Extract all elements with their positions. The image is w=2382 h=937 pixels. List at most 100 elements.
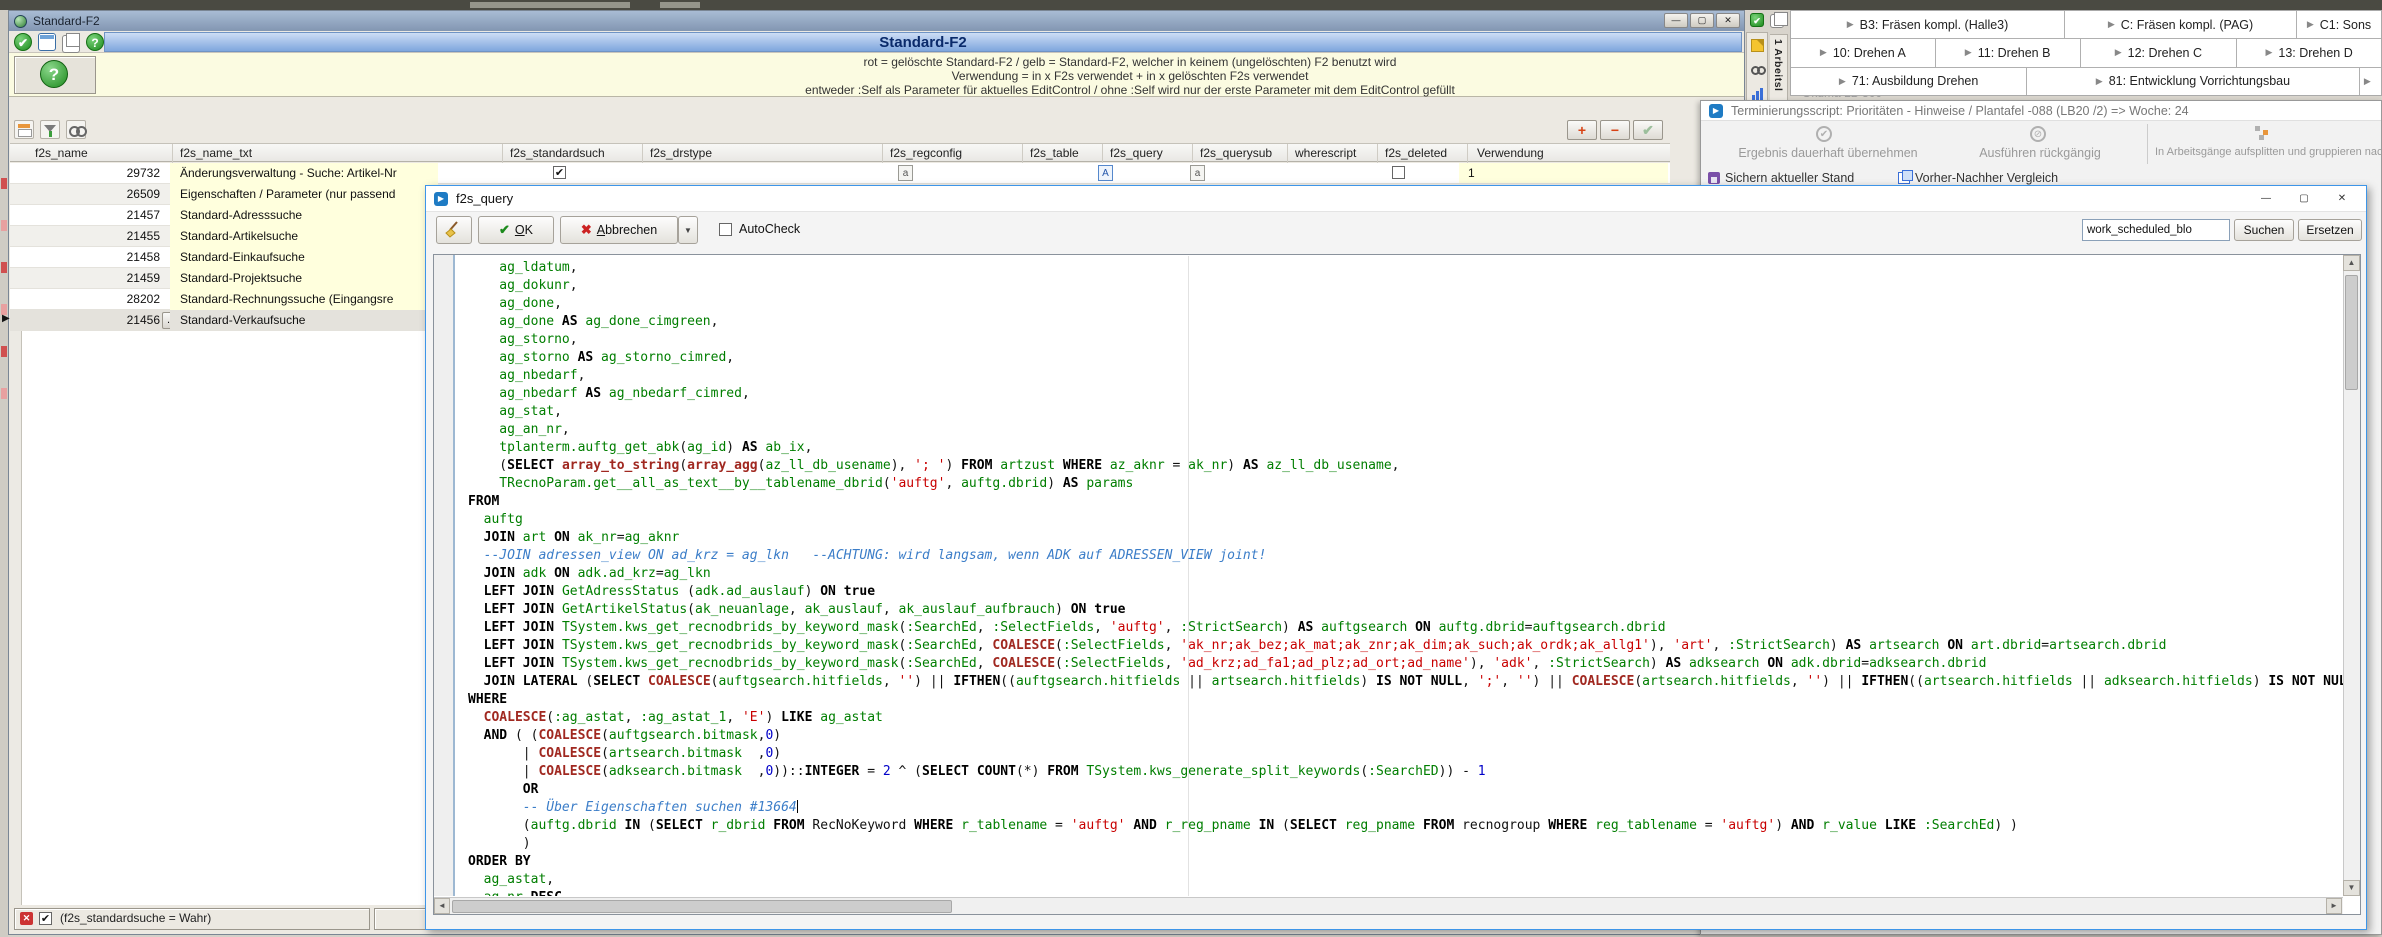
triangle-icon: ▶	[2364, 76, 2371, 87]
machine-cell[interactable]: ▶81: Entwicklung Vorrichtungsbau	[2027, 68, 2359, 95]
terminierungsscript-title: Terminierungsscript: Prioritäten - Hinwe…	[1731, 104, 2189, 118]
column-header[interactable]: f2s_deleted	[1385, 146, 1447, 160]
standardsuche-checkbox[interactable]: ✔	[553, 166, 566, 179]
ok-check-icon: ✔	[499, 222, 510, 238]
add-row-button[interactable]: +	[1567, 120, 1597, 140]
sql-line: ORDER BY	[468, 853, 2343, 871]
background-row-marker	[1, 388, 7, 399]
autocheck-checkbox[interactable]	[719, 223, 732, 236]
filter-checkbox[interactable]: ✔	[39, 912, 52, 925]
copy-icon[interactable]	[62, 35, 80, 53]
compare-button[interactable]: Vorher-Nachher Vergleich	[1898, 169, 2058, 186]
machine-cell[interactable]: ▶B3: Fräsen kompl. (Halle3)	[1791, 11, 2065, 38]
cancel-dropdown-button[interactable]: ▼	[678, 216, 698, 244]
machine-cell[interactable]: ▶10: Drehen A	[1791, 39, 1936, 66]
filter-icon[interactable]	[40, 120, 60, 139]
vertical-scroll-thumb[interactable]	[2345, 275, 2358, 390]
help-button[interactable]: ?	[40, 60, 68, 88]
horizontal-scrollbar[interactable]: ◄ ►	[434, 897, 2343, 914]
sql-line: ag_nr DESC,	[468, 889, 2343, 896]
machine-cell[interactable]: ▶11: Drehen B	[1936, 39, 2081, 66]
scroll-up-icon[interactable]: ▲	[2343, 255, 2360, 271]
machine-row: ▶71: Ausbildung Drehen▶81: Entwicklung V…	[1791, 68, 2381, 95]
machine-cell[interactable]: ▶C: Fräsen kompl. (PAG)	[2065, 11, 2297, 38]
dialog-titlebar[interactable]: ▶ f2s_query	[426, 186, 2366, 212]
save-state-button[interactable]: Sichern aktueller Stand	[1708, 169, 1854, 186]
banner-line-1: rot = gelöschte Standard-F2 / gelb = Sta…	[520, 55, 1740, 69]
machine-row: ▶B3: Fräsen kompl. (Halle3)▶C: Fräsen ko…	[1791, 11, 2381, 39]
split-group-button[interactable]: In Arbeitsgänge aufsplitten und gruppier…	[2155, 146, 2381, 158]
machine-cell[interactable]: ▶71: Ausbildung Drehen	[1791, 68, 2027, 95]
search-input[interactable]	[2082, 219, 2230, 241]
note-icon[interactable]	[1751, 39, 1764, 52]
machine-cell[interactable]: ▶	[2360, 68, 2381, 95]
horizontal-scroll-thumb[interactable]	[452, 900, 952, 913]
dialog-maximize-button[interactable]: ▢	[2290, 190, 2318, 208]
format-broom-button[interactable]	[436, 216, 472, 244]
ok-label: OK	[515, 223, 533, 237]
sql-line: ag_done,	[468, 295, 2343, 313]
scroll-right-icon[interactable]: ►	[2326, 898, 2342, 914]
sql-line: ag_storno,	[468, 331, 2343, 349]
querysub-cell-icon[interactable]: a	[1190, 165, 1205, 181]
sql-line: JOIN adk ON adk.ad_krz=ag_lkn	[468, 565, 2343, 583]
post-row-button[interactable]: ✔	[1633, 120, 1663, 140]
cancel-button[interactable]: ✖ Abbrechen	[560, 216, 678, 244]
undo-execute-button[interactable]: Ausführen rückgängig	[1950, 146, 2130, 160]
background-window-left-strip	[0, 10, 8, 937]
apply-result-button[interactable]: Ergebnis dauerhaft übernehmen	[1712, 146, 1944, 160]
column-header[interactable]: f2s_drstype	[650, 146, 712, 160]
sql-line: TRecnoParam.get__all_as_text__by__tablen…	[468, 475, 2343, 493]
column-header[interactable]: f2s_standardsuch	[510, 146, 605, 160]
machine-cell[interactable]: ▶12: Drehen C	[2081, 39, 2238, 66]
column-header[interactable]: Verwendung	[1477, 146, 1544, 160]
binoculars-icon[interactable]	[1751, 63, 1764, 76]
compare-label: Vorher-Nachher Vergleich	[1915, 171, 2058, 185]
sql-line: ag_nbedarf AS ag_nbedarf_cimred,	[468, 385, 2343, 403]
column-header[interactable]: f2s_name	[35, 146, 88, 160]
column-header[interactable]: f2s_query	[1110, 146, 1163, 160]
dialog-minimize-button[interactable]: —	[2252, 190, 2280, 208]
grid-header-row[interactable]: f2s_name f2s_name_txt f2s_standardsuch f2s_…	[10, 143, 1670, 162]
scroll-down-icon[interactable]: ▼	[2343, 880, 2360, 896]
regconfig-cell-icon[interactable]: a	[898, 165, 913, 181]
column-header[interactable]: wherescript	[1295, 146, 1356, 160]
machine-cell-label: B3: Fräsen kompl. (Halle3)	[1860, 18, 2009, 32]
sql-code[interactable]: ag_ldatum, ag_dokunr, ag_done, ag_done A…	[458, 255, 2343, 896]
confirm-icon-small[interactable]: ✔	[1750, 13, 1764, 27]
main-window-titlebar[interactable]: Standard-F2	[9, 11, 1744, 31]
ok-button[interactable]: ✔ OK	[478, 216, 554, 244]
find-button[interactable]: Suchen	[2234, 219, 2294, 241]
sql-line: ag_an_nr,	[468, 421, 2343, 439]
terminierungsscript-titlebar[interactable]: ▶ Terminierungsscript: Prioritäten - Hin…	[1701, 101, 2381, 121]
column-header[interactable]: f2s_name_txt	[180, 146, 252, 160]
deleted-checkbox[interactable]	[1392, 166, 1405, 179]
machine-cell[interactable]: ▶13: Drehen D	[2237, 39, 2381, 66]
vertical-scrollbar[interactable]: ▲ ▼	[2343, 255, 2360, 896]
delete-row-button[interactable]: −	[1600, 120, 1630, 140]
sql-line: ag_dokunr,	[468, 277, 2343, 295]
query-cell-icon[interactable]: A	[1098, 165, 1113, 181]
maximize-button[interactable]: ▢	[1690, 13, 1714, 28]
replace-button[interactable]: Ersetzen	[2298, 219, 2362, 241]
form-icon[interactable]	[38, 33, 56, 51]
search-binoculars-icon[interactable]	[66, 120, 86, 139]
cancel-x-icon: ✖	[581, 222, 592, 238]
column-header[interactable]: f2s_table	[1030, 146, 1079, 160]
help-icon[interactable]: ?	[86, 33, 104, 51]
sql-line: (auftg.dbrid IN (SELECT r_dbrid FROM Rec…	[468, 817, 2343, 835]
sql-line: tplanterm.auftg_get_abk(ag_id) AS ab_ix,	[468, 439, 2343, 457]
column-separator	[1377, 144, 1378, 163]
confirm-icon[interactable]: ✔	[14, 33, 32, 51]
toolbar-separator	[2147, 124, 2148, 164]
dialog-close-button[interactable]: ✕	[2328, 190, 2356, 208]
column-separator	[502, 144, 503, 163]
close-button[interactable]: ✕	[1716, 13, 1740, 28]
table-view-icon[interactable]	[14, 120, 34, 139]
scroll-left-icon[interactable]: ◄	[434, 898, 450, 914]
column-header[interactable]: f2s_querysub	[1200, 146, 1272, 160]
minimize-button[interactable]: —	[1664, 13, 1688, 28]
copy-icon-small[interactable]	[1770, 14, 1784, 28]
column-header[interactable]: f2s_regconfig	[890, 146, 962, 160]
machine-cell[interactable]: ▶C1: Sons	[2297, 11, 2381, 38]
